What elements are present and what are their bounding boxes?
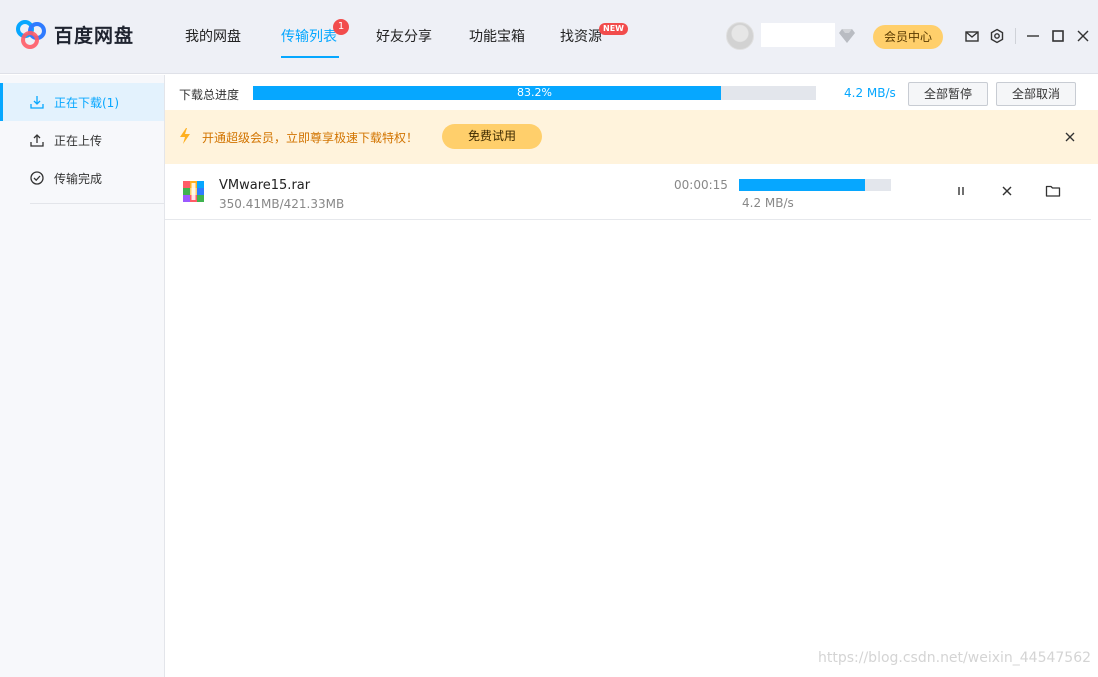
cancel-all-button[interactable]: 全部取消 — [996, 82, 1076, 106]
tab-my-drive[interactable]: 我的网盘 — [185, 26, 241, 46]
file-size: 350.41MB/421.33MB — [219, 197, 345, 211]
file-progress-track — [739, 179, 891, 191]
close-icon[interactable] — [1075, 28, 1091, 44]
check-circle-icon — [30, 171, 44, 185]
download-icon — [30, 96, 44, 109]
vip-center-button[interactable]: 会员中心 — [873, 25, 943, 49]
table-row[interactable]: VMware15.rar 350.41MB/421.33MB 00:00:15 … — [165, 164, 1091, 220]
cancel-icon[interactable] — [999, 183, 1015, 199]
new-badge: NEW — [599, 23, 628, 35]
sidebar-item-completed[interactable]: 传输完成 — [0, 159, 164, 197]
sidebar-item-label: 传输完成 — [54, 171, 103, 186]
time-remaining: 00:00:15 — [674, 178, 728, 192]
lightning-icon — [180, 128, 190, 144]
file-speed: 4.2 MB/s — [742, 196, 794, 210]
pause-icon[interactable] — [953, 183, 969, 199]
settings-icon[interactable] — [989, 28, 1005, 44]
tab-transfer-list[interactable]: 传输列表 — [281, 26, 337, 46]
minimize-icon[interactable] — [1025, 28, 1041, 44]
pause-all-button[interactable]: 全部暂停 — [908, 82, 988, 106]
active-tab-indicator — [281, 56, 339, 58]
tab-toolbox[interactable]: 功能宝箱 — [469, 26, 525, 46]
maximize-icon[interactable] — [1050, 28, 1066, 44]
mail-icon[interactable] — [964, 28, 980, 44]
promo-text: 开通超级会员，立即尊享极速下载特权！ — [202, 131, 419, 145]
app-window: 百度网盘 我的网盘 传输列表 1 好友分享 功能宝箱 找资源 NEW 会员中心 — [0, 0, 1098, 677]
sidebar-item-downloading[interactable]: 正在下载(1) — [0, 83, 164, 121]
file-progress-fill — [739, 179, 866, 191]
rar-file-icon — [183, 181, 204, 202]
tab-find-resources[interactable]: 找资源 — [560, 26, 602, 46]
vip-promo-banner: 开通超级会员，立即尊享极速下载特权！ 免费试用 — [165, 110, 1098, 164]
total-progress-label: 下载总进度 — [179, 88, 240, 102]
app-logo: 百度网盘 — [14, 18, 134, 50]
total-progress-bar-row: 下载总进度 83.2% 4.2 MB/s 全部暂停 全部取消 — [165, 75, 1098, 110]
tab-friend-share[interactable]: 好友分享 — [376, 26, 432, 46]
sidebar-item-uploading[interactable]: 正在上传 — [0, 121, 164, 159]
watermark: https://blog.csdn.net/weixin_44547562 — [818, 650, 1092, 666]
banner-close-icon[interactable] — [1063, 130, 1077, 144]
header-separator — [1015, 28, 1016, 44]
sidebar-divider — [30, 203, 164, 204]
username-field[interactable] — [761, 23, 835, 47]
avatar[interactable] — [726, 22, 754, 50]
upload-icon — [30, 134, 44, 147]
file-name: VMware15.rar — [219, 178, 311, 193]
baidu-cloud-logo-icon — [16, 20, 46, 49]
sidebar-item-label: 正在下载(1) — [54, 95, 119, 110]
total-progress-percent: 83.2% — [517, 86, 552, 99]
free-trial-button[interactable]: 免费试用 — [442, 124, 542, 149]
total-progress-track: 83.2% — [253, 86, 816, 100]
folder-icon[interactable] — [1045, 183, 1061, 199]
diamond-icon[interactable] — [838, 28, 856, 44]
sidebar-item-label: 正在上传 — [54, 133, 103, 148]
sidebar: 正在下载(1) 正在上传 传输完成 — [0, 75, 165, 677]
app-name: 百度网盘 — [54, 24, 135, 47]
title-bar: 百度网盘 我的网盘 传输列表 1 好友分享 功能宝箱 找资源 NEW 会员中心 — [0, 0, 1098, 74]
total-speed: 4.2 MB/s — [844, 86, 896, 100]
transfer-count-badge: 1 — [333, 19, 349, 35]
